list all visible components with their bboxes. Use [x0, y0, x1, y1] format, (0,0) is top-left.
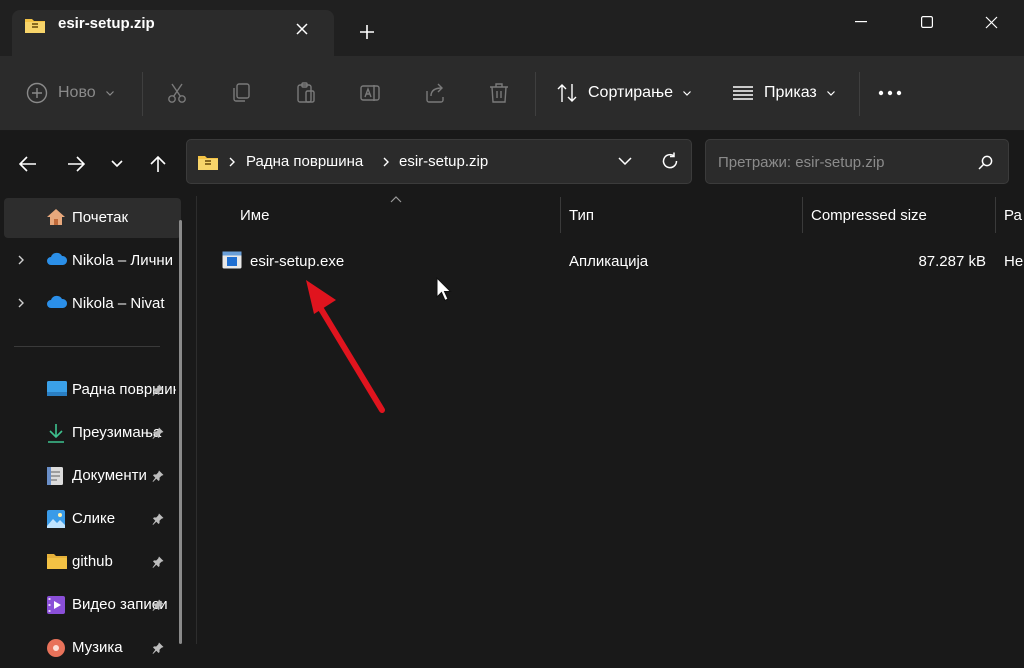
- download-icon: [46, 423, 66, 443]
- folder-icon: [46, 552, 68, 570]
- cloud-icon: [46, 294, 68, 310]
- new-label: Ново: [58, 84, 96, 101]
- pane-divider: [196, 196, 197, 644]
- toolbar-divider: [859, 72, 860, 116]
- sidebar-item-label: Nikola – Лични: [72, 252, 174, 269]
- sidebar-item-documents[interactable]: Документи: [4, 456, 181, 496]
- cloud-icon: [46, 251, 68, 267]
- forward-arrow-icon[interactable]: [62, 150, 90, 178]
- chevron-down-icon: [826, 90, 835, 96]
- sidebar-item-label: Nikola – Nivat: [72, 295, 165, 312]
- breadcrumb-desktop[interactable]: Радна површина: [246, 153, 363, 170]
- new-tab-button[interactable]: [360, 25, 374, 39]
- column-header-ratio[interactable]: Ра: [1004, 207, 1022, 224]
- red-arrow-annotation-icon: [296, 274, 392, 416]
- column-header-compressed-size[interactable]: Compressed size: [811, 207, 927, 224]
- view-button[interactable]: Приказ: [732, 82, 835, 104]
- minimize-button[interactable]: [830, 0, 892, 44]
- sidebar-item-videos[interactable]: Видео записи: [4, 585, 181, 625]
- sidebar-item-downloads[interactable]: Преузимања: [4, 413, 181, 453]
- more-options-icon[interactable]: [878, 90, 902, 96]
- paste-icon[interactable]: [292, 80, 320, 106]
- pin-icon[interactable]: [152, 556, 164, 568]
- mouse-cursor-icon: [436, 277, 454, 303]
- back-arrow-icon[interactable]: [14, 150, 42, 178]
- column-divider[interactable]: [802, 197, 803, 233]
- breadcrumb-chevron-icon: [229, 157, 235, 167]
- view-list-icon: [733, 86, 753, 100]
- pin-icon[interactable]: [152, 470, 164, 482]
- close-tab-icon[interactable]: [296, 23, 308, 35]
- copy-icon[interactable]: [227, 80, 255, 106]
- up-arrow-icon[interactable]: [144, 150, 172, 178]
- chevron-down-icon: [105, 90, 114, 96]
- sidebar-item-onedrive-work[interactable]: Nikola – Nivat: [4, 284, 181, 324]
- address-bar[interactable]: Радна површина esir-setup.zip: [186, 139, 692, 184]
- sidebar-item-music[interactable]: Музика: [4, 628, 181, 668]
- file-compressed-size: 87.287 kB: [918, 253, 986, 270]
- address-history-chevron-icon[interactable]: [618, 157, 632, 165]
- search-input[interactable]: [716, 150, 970, 174]
- sort-label: Сортирање: [588, 84, 673, 101]
- sidebar-item-onedrive-personal[interactable]: Nikola – Лични: [4, 241, 181, 281]
- pin-icon[interactable]: [152, 427, 164, 439]
- column-header-type[interactable]: Тип: [569, 207, 594, 224]
- desktop-icon: [46, 380, 68, 398]
- file-extra-column: Не: [1004, 253, 1024, 270]
- chevron-down-icon: [683, 90, 691, 96]
- tab-title: esir-setup.zip: [58, 15, 155, 32]
- application-icon: [222, 251, 242, 269]
- pin-icon[interactable]: [152, 384, 164, 396]
- toolbar-divider: [535, 72, 536, 116]
- expand-chevron-icon[interactable]: [18, 255, 24, 265]
- sidebar-item-github[interactable]: github: [4, 542, 181, 582]
- close-window-button[interactable]: [960, 0, 1022, 44]
- column-divider[interactable]: [995, 197, 996, 233]
- view-label: Приказ: [764, 84, 817, 101]
- file-name[interactable]: esir-setup.exe: [250, 253, 344, 270]
- pin-icon[interactable]: [152, 513, 164, 525]
- toolbar-divider: [142, 72, 143, 116]
- home-icon: [46, 208, 66, 226]
- pictures-icon: [46, 509, 66, 529]
- cut-icon[interactable]: [163, 80, 191, 106]
- sidebar-item-pictures[interactable]: Слике: [4, 499, 181, 539]
- recent-locations-chevron-icon[interactable]: [103, 150, 131, 178]
- sidebar-item-label: Почетак: [72, 209, 129, 226]
- sidebar-item-home[interactable]: Почетак: [4, 198, 181, 238]
- share-icon[interactable]: [421, 80, 449, 106]
- sidebar-scrollbar[interactable]: [179, 220, 182, 644]
- zip-folder-icon: [197, 153, 219, 171]
- pin-icon[interactable]: [152, 599, 164, 611]
- file-type: Апликација: [569, 253, 649, 270]
- new-button[interactable]: Ново: [26, 82, 114, 104]
- document-icon: [46, 466, 64, 486]
- column-divider[interactable]: [560, 197, 561, 233]
- zip-folder-icon: [24, 16, 46, 34]
- music-icon: [46, 638, 66, 658]
- sidebar-item-desktop[interactable]: Радна површина: [4, 370, 181, 410]
- search-box: [705, 139, 1009, 184]
- search-icon[interactable]: [978, 155, 993, 170]
- sort-ascending-icon: [390, 196, 402, 203]
- plus-circle-icon: [26, 82, 48, 104]
- sidebar-divider: [14, 346, 160, 347]
- breadcrumb-chevron-icon: [383, 157, 389, 167]
- refresh-icon[interactable]: [661, 152, 679, 170]
- breadcrumb-zip[interactable]: esir-setup.zip: [399, 153, 488, 170]
- expand-chevron-icon[interactable]: [18, 298, 24, 308]
- rename-icon[interactable]: [356, 80, 384, 106]
- sort-icon: [557, 84, 577, 102]
- sort-button[interactable]: Сортирање: [556, 82, 691, 104]
- maximize-button[interactable]: [896, 0, 958, 44]
- delete-icon[interactable]: [485, 80, 513, 106]
- video-icon: [46, 595, 66, 615]
- column-header-name[interactable]: Име: [240, 207, 269, 224]
